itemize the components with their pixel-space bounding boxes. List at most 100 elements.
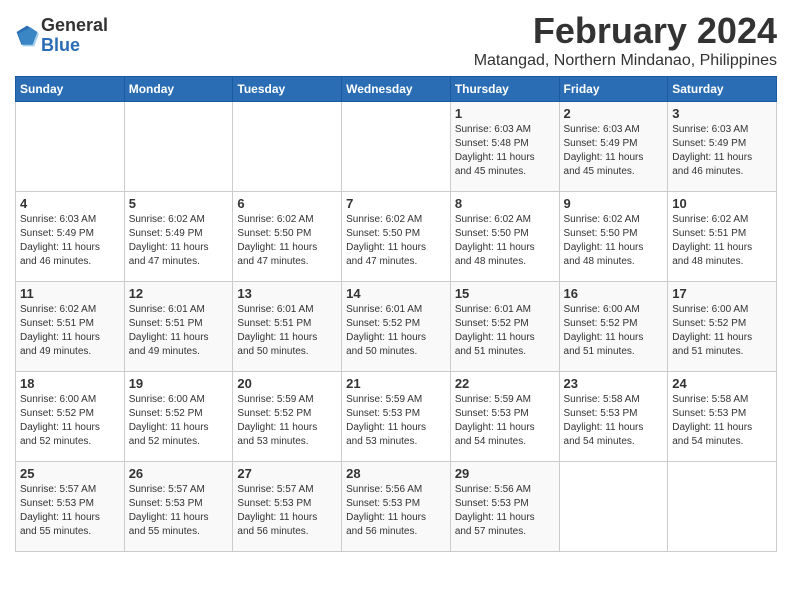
calendar-cell: 21 Sunrise: 5:59 AM Sunset: 5:53 PM Dayli… bbox=[342, 372, 451, 462]
day-number: 1 bbox=[455, 106, 555, 121]
calendar-cell: 19Sunrise: 6:00 AM Sunset: 5:52 PM Dayli… bbox=[124, 372, 233, 462]
cell-info: Sunrise: 6:01 AM Sunset: 5:51 PM Dayligh… bbox=[237, 303, 337, 359]
cell-info: Sunrise: 6:02 AM Sunset: 5:50 PM Dayligh… bbox=[237, 213, 337, 269]
calendar-week-row: 11 Sunrise: 6:02 AM Sunset: 5:51 PM Dayli… bbox=[16, 282, 777, 372]
calendar-cell: 20Sunrise: 5:59 AM Sunset: 5:52 PM Dayli… bbox=[233, 372, 342, 462]
calendar-cell: 27 Sunrise: 5:57 AM Sunset: 5:53 PM Dayli… bbox=[233, 462, 342, 552]
calendar-cell: 11 Sunrise: 6:02 AM Sunset: 5:51 PM Dayli… bbox=[16, 282, 125, 372]
calendar-cell: 3 Sunrise: 6:03 AM Sunset: 5:49 PM Daylig… bbox=[668, 102, 777, 192]
cell-info: Sunrise: 5:59 AM Sunset: 5:53 PM Dayligh… bbox=[455, 393, 555, 449]
calendar-week-row: 25 Sunrise: 5:57 AM Sunset: 5:53 PM Dayli… bbox=[16, 462, 777, 552]
day-number: 17 bbox=[672, 286, 772, 301]
calendar-week-row: 1 Sunrise: 6:03 AM Sunset: 5:48 PM Daylig… bbox=[16, 102, 777, 192]
calendar-cell: 26 Sunrise: 5:57 AM Sunset: 5:53 PM Dayli… bbox=[124, 462, 233, 552]
calendar-cell: 28 Sunrise: 5:56 AM Sunset: 5:53 PM Dayli… bbox=[342, 462, 451, 552]
cell-info: Sunrise: 5:58 AM Sunset: 5:53 PM Dayligh… bbox=[564, 393, 664, 449]
day-number: 22 bbox=[455, 376, 555, 391]
calendar-cell: 18 Sunrise: 6:00 AM Sunset: 5:52 PM Dayli… bbox=[16, 372, 125, 462]
weekday-header-friday: Friday bbox=[559, 77, 668, 102]
day-number: 11 bbox=[20, 286, 120, 301]
day-number: 20 bbox=[237, 376, 337, 391]
cell-info: Sunrise: 6:03 AM Sunset: 5:49 PM Dayligh… bbox=[20, 213, 120, 269]
logo-general-text: General bbox=[41, 16, 108, 36]
day-number: 10 bbox=[672, 196, 772, 211]
day-number: 27 bbox=[237, 466, 337, 481]
cell-info: Sunrise: 5:56 AM Sunset: 5:53 PM Dayligh… bbox=[346, 483, 446, 539]
cell-info: Sunrise: 6:02 AM Sunset: 5:50 PM Dayligh… bbox=[564, 213, 664, 269]
calendar-cell: 22 Sunrise: 5:59 AM Sunset: 5:53 PM Dayli… bbox=[450, 372, 559, 462]
cell-info: Sunrise: 6:00 AM Sunset: 5:52 PM Dayligh… bbox=[129, 393, 229, 449]
calendar-cell: 24Sunrise: 5:58 AM Sunset: 5:53 PM Dayli… bbox=[668, 372, 777, 462]
cell-info: Sunrise: 5:57 AM Sunset: 5:53 PM Dayligh… bbox=[237, 483, 337, 539]
calendar-cell bbox=[16, 102, 125, 192]
calendar-cell: 25 Sunrise: 5:57 AM Sunset: 5:53 PM Dayli… bbox=[16, 462, 125, 552]
title-area: February 2024 Matangad, Northern Mindana… bbox=[474, 10, 777, 70]
calendar-cell: 23Sunrise: 5:58 AM Sunset: 5:53 PM Dayli… bbox=[559, 372, 668, 462]
day-number: 2 bbox=[564, 106, 664, 121]
cell-info: Sunrise: 6:02 AM Sunset: 5:50 PM Dayligh… bbox=[346, 213, 446, 269]
weekday-header-sunday: Sunday bbox=[16, 77, 125, 102]
cell-info: Sunrise: 5:59 AM Sunset: 5:53 PM Dayligh… bbox=[346, 393, 446, 449]
calendar-cell: 14 Sunrise: 6:01 AM Sunset: 5:52 PM Dayli… bbox=[342, 282, 451, 372]
calendar-cell: 15 Sunrise: 6:01 AM Sunset: 5:52 PM Dayli… bbox=[450, 282, 559, 372]
day-number: 8 bbox=[455, 196, 555, 211]
weekday-header-monday: Monday bbox=[124, 77, 233, 102]
weekday-header-thursday: Thursday bbox=[450, 77, 559, 102]
day-number: 7 bbox=[346, 196, 446, 211]
weekday-header-saturday: Saturday bbox=[668, 77, 777, 102]
calendar-cell: 1 Sunrise: 6:03 AM Sunset: 5:48 PM Daylig… bbox=[450, 102, 559, 192]
day-number: 16 bbox=[564, 286, 664, 301]
cell-info: Sunrise: 6:01 AM Sunset: 5:51 PM Dayligh… bbox=[129, 303, 229, 359]
logo: General Blue bbox=[15, 16, 108, 56]
day-number: 3 bbox=[672, 106, 772, 121]
cell-info: Sunrise: 6:03 AM Sunset: 5:49 PM Dayligh… bbox=[564, 123, 664, 179]
cell-info: Sunrise: 6:00 AM Sunset: 5:52 PM Dayligh… bbox=[564, 303, 664, 359]
cell-info: Sunrise: 5:57 AM Sunset: 5:53 PM Dayligh… bbox=[20, 483, 120, 539]
cell-info: Sunrise: 6:01 AM Sunset: 5:52 PM Dayligh… bbox=[346, 303, 446, 359]
day-number: 25 bbox=[20, 466, 120, 481]
weekday-header-row: SundayMondayTuesdayWednesdayThursdayFrid… bbox=[16, 77, 777, 102]
month-year-title: February 2024 bbox=[474, 10, 777, 52]
weekday-header-wednesday: Wednesday bbox=[342, 77, 451, 102]
calendar-cell: 29 Sunrise: 5:56 AM Sunset: 5:53 PM Dayli… bbox=[450, 462, 559, 552]
weekday-header-tuesday: Tuesday bbox=[233, 77, 342, 102]
calendar-cell: 10 Sunrise: 6:02 AM Sunset: 5:51 PM Dayli… bbox=[668, 192, 777, 282]
day-number: 28 bbox=[346, 466, 446, 481]
cell-info: Sunrise: 6:01 AM Sunset: 5:52 PM Dayligh… bbox=[455, 303, 555, 359]
calendar-cell: 16 Sunrise: 6:00 AM Sunset: 5:52 PM Dayli… bbox=[559, 282, 668, 372]
calendar-cell: 12 Sunrise: 6:01 AM Sunset: 5:51 PM Dayli… bbox=[124, 282, 233, 372]
cell-info: Sunrise: 5:58 AM Sunset: 5:53 PM Dayligh… bbox=[672, 393, 772, 449]
calendar-cell: 7 Sunrise: 6:02 AM Sunset: 5:50 PM Daylig… bbox=[342, 192, 451, 282]
cell-info: Sunrise: 6:02 AM Sunset: 5:51 PM Dayligh… bbox=[672, 213, 772, 269]
day-number: 6 bbox=[237, 196, 337, 211]
calendar-week-row: 18 Sunrise: 6:00 AM Sunset: 5:52 PM Dayli… bbox=[16, 372, 777, 462]
header: General Blue February 2024 Matangad, Nor… bbox=[15, 10, 777, 70]
day-number: 12 bbox=[129, 286, 229, 301]
calendar-cell bbox=[559, 462, 668, 552]
calendar-cell: 13Sunrise: 6:01 AM Sunset: 5:51 PM Dayli… bbox=[233, 282, 342, 372]
day-number: 21 bbox=[346, 376, 446, 391]
day-number: 29 bbox=[455, 466, 555, 481]
calendar-cell: 17 Sunrise: 6:00 AM Sunset: 5:52 PM Dayli… bbox=[668, 282, 777, 372]
location-subtitle: Matangad, Northern Mindanao, Philippines bbox=[474, 52, 777, 70]
cell-info: Sunrise: 5:57 AM Sunset: 5:53 PM Dayligh… bbox=[129, 483, 229, 539]
cell-info: Sunrise: 6:00 AM Sunset: 5:52 PM Dayligh… bbox=[672, 303, 772, 359]
cell-info: Sunrise: 6:02 AM Sunset: 5:50 PM Dayligh… bbox=[455, 213, 555, 269]
day-number: 18 bbox=[20, 376, 120, 391]
cell-info: Sunrise: 6:02 AM Sunset: 5:51 PM Dayligh… bbox=[20, 303, 120, 359]
cell-info: Sunrise: 6:02 AM Sunset: 5:49 PM Dayligh… bbox=[129, 213, 229, 269]
calendar-body: 1 Sunrise: 6:03 AM Sunset: 5:48 PM Daylig… bbox=[16, 102, 777, 552]
day-number: 15 bbox=[455, 286, 555, 301]
logo-icon bbox=[15, 24, 39, 48]
day-number: 4 bbox=[20, 196, 120, 211]
cell-info: Sunrise: 6:03 AM Sunset: 5:49 PM Dayligh… bbox=[672, 123, 772, 179]
calendar-cell: 5Sunrise: 6:02 AM Sunset: 5:49 PM Daylig… bbox=[124, 192, 233, 282]
calendar-cell bbox=[668, 462, 777, 552]
day-number: 26 bbox=[129, 466, 229, 481]
calendar-cell: 6 Sunrise: 6:02 AM Sunset: 5:50 PM Daylig… bbox=[233, 192, 342, 282]
calendar-cell: 9Sunrise: 6:02 AM Sunset: 5:50 PM Daylig… bbox=[559, 192, 668, 282]
cell-info: Sunrise: 6:03 AM Sunset: 5:48 PM Dayligh… bbox=[455, 123, 555, 179]
cell-info: Sunrise: 5:56 AM Sunset: 5:53 PM Dayligh… bbox=[455, 483, 555, 539]
cell-info: Sunrise: 6:00 AM Sunset: 5:52 PM Dayligh… bbox=[20, 393, 120, 449]
day-number: 14 bbox=[346, 286, 446, 301]
